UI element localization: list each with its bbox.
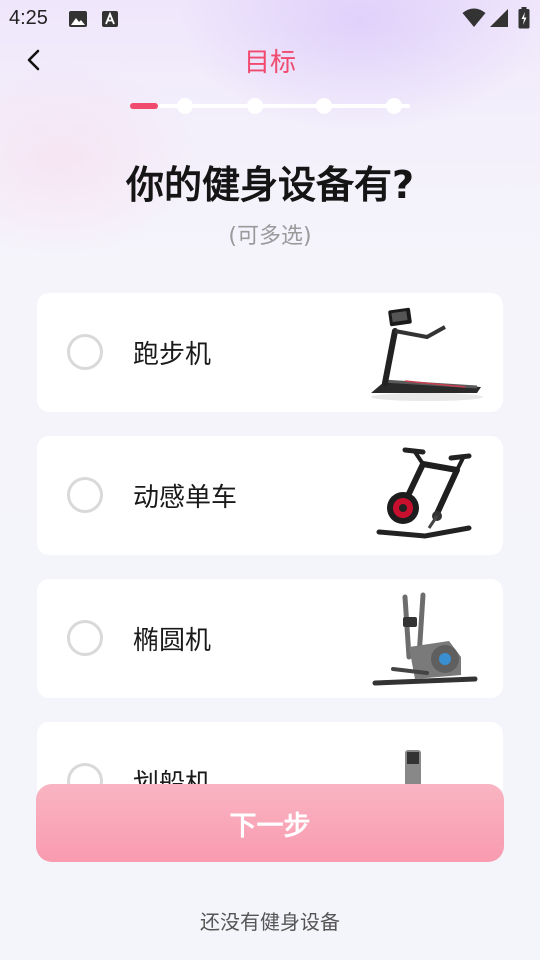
progress-active-segment	[130, 103, 158, 109]
option-label: 跑步机	[133, 340, 212, 370]
text-a-icon	[101, 10, 119, 32]
treadmill-image	[365, 301, 485, 405]
progress-dot	[247, 98, 263, 114]
elliptical-image	[365, 587, 485, 691]
progress-dot	[177, 98, 193, 114]
equipment-options: 跑步机 动感单车 椭圆机 划船机	[37, 293, 503, 790]
image-icon	[68, 10, 88, 32]
battery-charging-icon	[518, 7, 530, 33]
option-spin-bike[interactable]: 动感单车	[37, 436, 503, 555]
option-elliptical[interactable]: 椭圆机	[37, 579, 503, 698]
status-bar: 4:25	[0, 0, 540, 36]
page-title: 目标	[243, 48, 296, 78]
question-hint: (可多选)	[228, 224, 312, 249]
progress-dot	[386, 98, 402, 114]
rowing-machine-image	[365, 730, 485, 790]
question-title: 你的健身设备有?	[125, 163, 415, 207]
option-treadmill[interactable]: 跑步机	[37, 293, 503, 412]
wifi-icon	[462, 8, 486, 32]
radio-button[interactable]	[67, 334, 103, 370]
progress-dot	[316, 98, 332, 114]
step-progress	[130, 98, 410, 114]
option-label: 椭圆机	[133, 626, 212, 656]
spin-bike-image	[365, 444, 485, 548]
status-time: 4:25	[9, 7, 48, 29]
next-button[interactable]: 下一步	[36, 784, 504, 862]
progress-track	[130, 104, 410, 108]
option-label: 动感单车	[133, 483, 238, 513]
cell-signal-icon	[489, 8, 509, 32]
radio-button[interactable]	[67, 477, 103, 513]
option-rowing-machine[interactable]: 划船机	[37, 722, 503, 790]
radio-button[interactable]	[67, 620, 103, 656]
no-equipment-link[interactable]: 还没有健身设备	[0, 906, 540, 935]
